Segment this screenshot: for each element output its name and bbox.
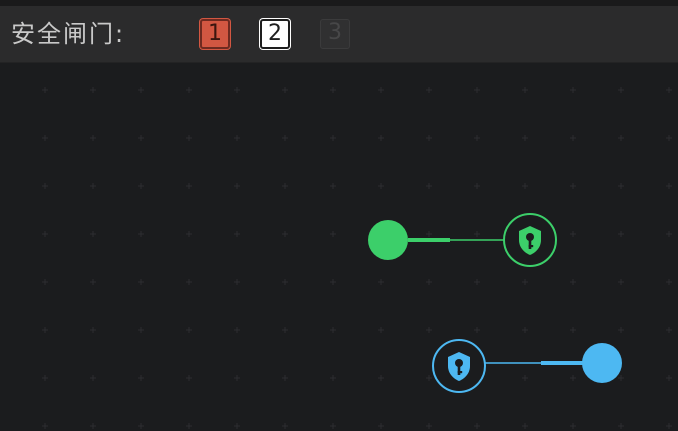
green-gate-link[interactable] — [368, 213, 557, 267]
green-endpoint-node[interactable] — [368, 220, 408, 260]
green-gate-node[interactable] — [503, 213, 557, 267]
safety-gate-app: 安全闸门: 1 2 3 — [0, 0, 678, 431]
blue-gate-link[interactable] — [432, 339, 622, 393]
blue-gate-node[interactable] — [432, 339, 486, 393]
blue-endpoint-node[interactable] — [582, 343, 622, 383]
gate-canvas — [368, 213, 622, 393]
